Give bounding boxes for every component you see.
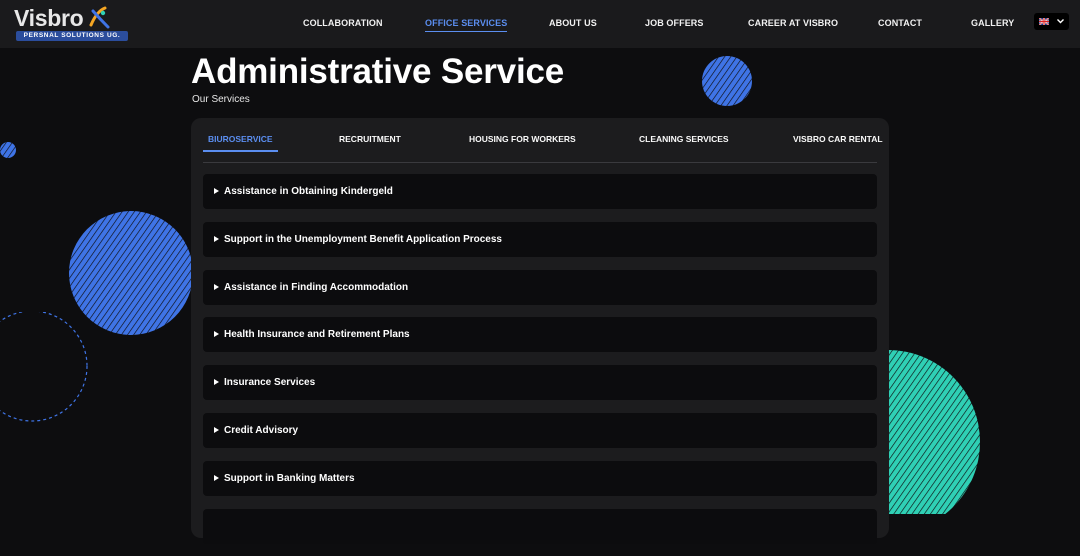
triangle-right-icon [214, 474, 219, 481]
services-panel: BIUROSERVICE RECRUITMENT HOUSING FOR WOR… [191, 118, 889, 544]
nav-item-collaboration[interactable]: COLLABORATION [303, 18, 383, 28]
decor-circle-small [702, 56, 752, 106]
nav-item-about-us[interactable]: ABOUT US [549, 18, 597, 28]
brand-mark-icon [89, 6, 110, 29]
tab-recruitment[interactable]: RECRUITMENT [334, 134, 406, 150]
decor-circle-dots [0, 142, 16, 158]
decor-circle-dashed [0, 312, 88, 422]
accordion-item-label: Support in Banking Matters [224, 472, 355, 484]
triangle-right-icon [214, 235, 219, 242]
chevron-down-icon [1057, 19, 1064, 24]
language-selector[interactable] [1034, 13, 1069, 30]
accordion-item[interactable]: Insurance Services [203, 365, 877, 401]
nav-item-job-offers[interactable]: JOB OFFERS [645, 18, 704, 28]
accordion-item-label: Health Insurance and Retirement Plans [224, 329, 410, 341]
accordion-item-label: Support in the Unemployment Benefit Appl… [224, 233, 502, 245]
accordion-item-label: Credit Advisory [224, 424, 299, 436]
tab-housing-for-workers[interactable]: HOUSING FOR WORKERS [464, 134, 581, 150]
nav-item-career[interactable]: CAREER AT VISBRO [748, 18, 838, 28]
tab-cleaning-services[interactable]: CLEANING SERVICES [634, 134, 734, 150]
accordion-item[interactable]: Credit Advisory [203, 412, 877, 448]
top-navbar: Visbro PERSNAL SOLUTIONS UG. COLLABORATI… [0, 0, 1080, 48]
accordion-item-label: Assistance in Finding Accommodation [224, 281, 409, 293]
service-accordion: Assistance in Obtaining Kindergeld Suppo… [203, 174, 877, 556]
nav-item-office-services[interactable]: OFFICE SERVICES [425, 18, 508, 32]
tab-visbro-car-rental[interactable]: VISBRO CAR RENTAL [788, 134, 888, 150]
triangle-right-icon [214, 188, 219, 194]
brand-name: Visbro [14, 5, 84, 31]
page-title: Administrative Service [191, 52, 564, 91]
accordion-item[interactable]: Health Insurance and Retirement Plans [203, 317, 877, 353]
accordion-item[interactable]: Assistance in Finding Accommodation [203, 269, 877, 305]
triangle-right-icon [214, 379, 219, 386]
service-tabs: BIUROSERVICE RECRUITMENT HOUSING FOR WOR… [203, 118, 883, 163]
nav-item-gallery[interactable]: GALLERY [971, 18, 1014, 28]
nav-item-contact[interactable]: CONTACT [878, 18, 922, 28]
triangle-right-icon [214, 426, 219, 433]
uk-flag-icon [1039, 18, 1049, 25]
accordion-item[interactable]: Support in Banking Matters [203, 460, 877, 496]
triangle-right-icon [214, 331, 219, 338]
decor-circle-teal [880, 350, 980, 514]
page-subtitle: Our Services [192, 94, 250, 105]
triangle-right-icon [214, 283, 219, 290]
accordion-item-label: Insurance Services [224, 377, 316, 389]
accordion-item-label: Assistance in Obtaining Kindergeld [224, 186, 393, 197]
accordion-item[interactable]: Support in the Unemployment Benefit Appl… [203, 221, 877, 257]
brand-logo[interactable]: Visbro PERSNAL SOLUTIONS UG. [14, 5, 130, 43]
tab-biuroservice[interactable]: BIUROSERVICE [203, 134, 278, 152]
accordion-item[interactable]: Assistance in Obtaining Kindergeld [203, 174, 877, 209]
brand-tagline: PERSNAL SOLUTIONS UG. [16, 31, 128, 41]
